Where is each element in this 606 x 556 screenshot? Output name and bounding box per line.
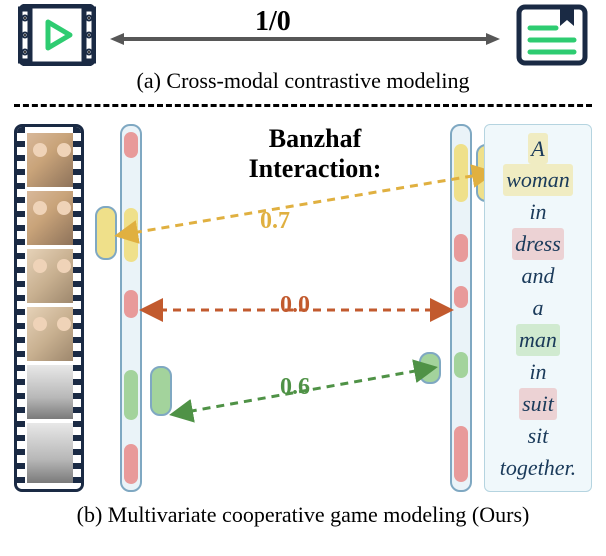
sentence-box: A woman in dress and a man in suit sit t… [484,124,592,492]
figure-container: 1/0 (a) Cross-modal contrastive modeling [0,0,606,556]
video-frame [27,133,77,187]
video-frame [27,365,77,419]
video-frame [27,249,77,303]
bidirectional-arrow-a [110,32,500,42]
video-token-bar [120,124,142,492]
sentence-word: suit [519,388,557,420]
sentence-word: in [529,196,546,228]
sentence-word: man [516,324,560,356]
sentence-word: sit [528,420,549,452]
title-line1: Banzhaf [269,124,361,153]
banzhaf-title: Banzhaf Interaction: [195,124,435,184]
token-seg [124,132,138,158]
sentence-word: together. [500,452,576,484]
video-group-yellow [95,206,117,260]
token-seg [454,426,468,482]
token-seg [124,444,138,484]
token-seg [454,286,468,308]
caption-b: (b) Multivariate cooperative game modeli… [0,502,606,528]
token-seg [454,144,468,202]
part-b: Banzhaf Interaction: 0.7 0.0 0.6 A woman… [0,110,606,530]
video-frame [27,423,77,483]
sentence-word: and [522,260,555,292]
sentence-word: woman [503,164,573,196]
token-seg [124,208,138,262]
score-orange: 0.0 [280,292,310,319]
video-group-green [150,366,172,416]
score-green: 0.6 [280,374,310,401]
text-token-bar [450,124,472,492]
video-frame [27,191,77,245]
token-seg [454,234,468,262]
sentence-word: A [528,133,547,165]
score-yellow: 0.7 [260,208,290,235]
contrastive-label: 1/0 [255,6,291,38]
token-seg [124,370,138,420]
sentence-word: in [529,356,546,388]
video-filmstrip [14,124,84,492]
video-play-icon [18,4,96,71]
video-frame [27,307,77,361]
sentence-word: a [533,292,544,324]
part-a: 1/0 (a) Cross-modal contrastive modeling [0,4,606,104]
section-divider [14,104,592,107]
caption-a: (a) Cross-modal contrastive modeling [0,68,606,94]
text-group-green [419,352,441,384]
title-line2: Interaction: [249,154,382,183]
token-seg [454,352,468,378]
token-seg [124,290,138,318]
document-bookmark-icon [516,4,588,71]
sentence-word: dress [512,228,564,260]
